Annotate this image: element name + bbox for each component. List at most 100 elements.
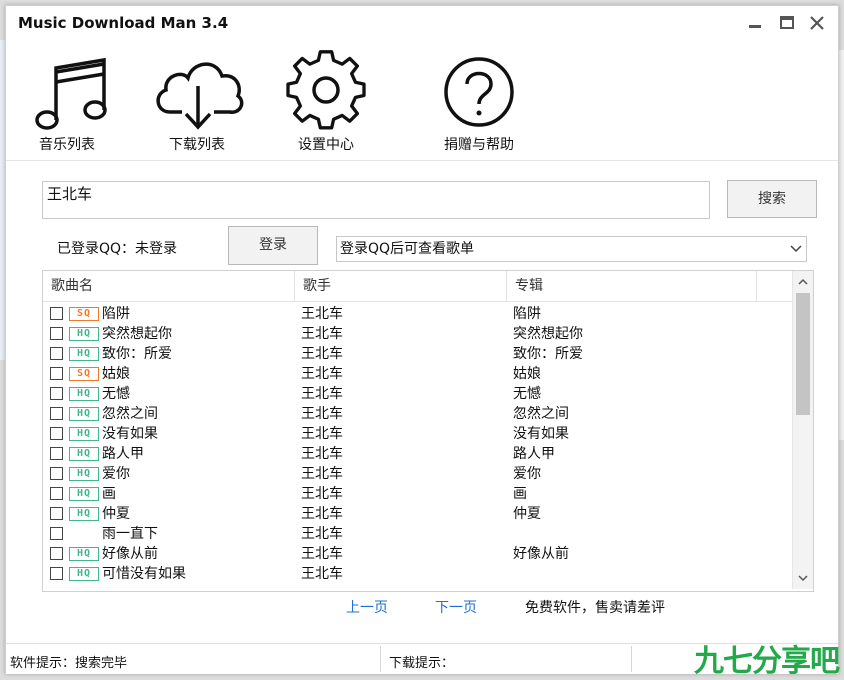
free-software-note: 免费软件，售卖请差评	[525, 600, 665, 616]
quality-badge: HQ	[69, 487, 99, 501]
app-window: Music Download Man 3.4 音乐列表 下载列表 设置中心 捐赠…	[5, 5, 839, 674]
row-checkbox[interactable]	[50, 507, 63, 520]
album-name: 仲夏	[513, 506, 541, 522]
toolbar-donate-help[interactable]: 捐赠与帮助	[424, 50, 534, 158]
artist-name: 王北车	[301, 366, 343, 382]
row-checkbox[interactable]	[50, 427, 63, 440]
table-row[interactable]: HQ 没有如果 王北车 没有如果	[43, 424, 793, 444]
table-row[interactable]: HQ 无憾 王北车 无憾	[43, 384, 793, 404]
table-row[interactable]: HQ 爱你 王北车 爱你	[43, 464, 793, 484]
toolbar-music-list[interactable]: 音乐列表	[12, 50, 122, 158]
software-hint: 软件提示：搜索完毕	[10, 656, 128, 671]
album-name: 爱你	[513, 466, 541, 482]
artist-name: 王北车	[301, 346, 343, 362]
quality-badge: HQ	[69, 567, 99, 581]
qq-login-status: 已登录QQ：未登录	[57, 241, 178, 257]
quality-badge: HQ	[69, 387, 99, 401]
row-checkbox[interactable]	[50, 547, 63, 560]
song-name: 突然想起你	[102, 326, 172, 342]
song-name: 可惜没有如果	[102, 566, 186, 582]
quality-badge: HQ	[69, 467, 99, 481]
album-name: 路人甲	[513, 446, 555, 462]
next-page-link[interactable]: 下一页	[435, 597, 477, 617]
toolbar-label: 下载列表	[169, 137, 225, 153]
album-name: 姑娘	[513, 366, 541, 382]
album-name: 突然想起你	[513, 326, 583, 342]
quality-badge: SQ	[69, 367, 99, 381]
chevron-down-icon	[790, 245, 802, 253]
artist-name: 王北车	[301, 306, 343, 322]
album-name: 好像从前	[513, 546, 569, 562]
toolbar-label: 捐赠与帮助	[444, 137, 514, 153]
quality-badge: HQ	[69, 347, 99, 361]
song-name: 爱你	[102, 466, 130, 482]
column-header-song[interactable]: 歌曲名	[43, 271, 295, 301]
login-button[interactable]: 登录	[228, 226, 318, 265]
row-checkbox[interactable]	[50, 467, 63, 480]
row-checkbox[interactable]	[50, 307, 63, 320]
song-name: 雨一直下	[102, 526, 158, 542]
main-toolbar: 音乐列表 下载列表 设置中心 捐赠与帮助	[6, 50, 838, 162]
toolbar-label: 设置中心	[298, 137, 354, 153]
prev-page-link[interactable]: 上一页	[346, 597, 388, 617]
scroll-down-icon[interactable]	[793, 569, 813, 587]
column-header-album[interactable]: 专辑	[507, 271, 757, 301]
maximize-icon[interactable]	[776, 12, 798, 34]
window-title: Music Download Man 3.4	[18, 14, 229, 32]
artist-name: 王北车	[301, 406, 343, 422]
search-input[interactable]: 王北车	[42, 181, 710, 219]
table-row[interactable]: HQ 仲夏 王北车 仲夏	[43, 504, 793, 524]
song-name: 致你：所爱	[102, 346, 172, 362]
artist-name: 王北车	[301, 546, 343, 562]
row-checkbox[interactable]	[50, 407, 63, 420]
table-row[interactable]: SQ 陷阱 王北车 陷阱	[43, 304, 793, 324]
vertical-scrollbar[interactable]	[792, 271, 813, 589]
row-checkbox[interactable]	[50, 387, 63, 400]
album-name: 致你：所爱	[513, 346, 583, 362]
playlist-select[interactable]: 登录QQ后可查看歌单	[336, 236, 807, 262]
song-name: 姑娘	[102, 366, 130, 382]
artist-name: 王北车	[301, 486, 343, 502]
table-row[interactable]: HQ 路人甲 王北车 路人甲	[43, 444, 793, 464]
table-row[interactable]: HQ 突然想起你 王北车 突然想起你	[43, 324, 793, 344]
toolbar-label: 音乐列表	[39, 137, 95, 153]
table-row[interactable]: HQ 忽然之间 王北车 忽然之间	[43, 404, 793, 424]
song-name: 路人甲	[102, 446, 144, 462]
row-checkbox[interactable]	[50, 487, 63, 500]
help-icon	[444, 57, 514, 127]
toolbar-download-list[interactable]: 下载列表	[142, 50, 252, 158]
row-checkbox[interactable]	[50, 367, 63, 380]
song-name: 仲夏	[102, 506, 130, 522]
table-row[interactable]: HQ 好像从前 王北车 好像从前	[43, 544, 793, 564]
song-name: 忽然之间	[102, 406, 158, 422]
row-checkbox[interactable]	[50, 567, 63, 580]
row-checkbox[interactable]	[50, 447, 63, 460]
table-row[interactable]: 雨一直下 王北车	[43, 524, 793, 544]
close-icon[interactable]	[806, 12, 828, 34]
song-name: 画	[102, 486, 116, 502]
scroll-up-icon[interactable]	[793, 273, 813, 291]
row-checkbox[interactable]	[50, 327, 63, 340]
quality-badge: HQ	[69, 327, 99, 341]
cloud-download-icon	[156, 62, 244, 130]
album-name: 陷阱	[513, 306, 541, 322]
table-row[interactable]: HQ 可惜没有如果 王北车	[43, 564, 793, 584]
row-checkbox[interactable]	[50, 347, 63, 360]
table-row[interactable]: SQ 姑娘 王北车 姑娘	[43, 364, 793, 384]
artist-name: 王北车	[301, 466, 343, 482]
minimize-icon[interactable]	[744, 12, 766, 34]
album-name: 没有如果	[513, 426, 569, 442]
search-button[interactable]: 搜索	[727, 180, 817, 218]
album-name: 无憾	[513, 386, 541, 402]
table-row[interactable]: HQ 画王北车画	[43, 484, 793, 504]
row-checkbox[interactable]	[50, 527, 63, 540]
table-header: 歌曲名 歌手 专辑	[43, 271, 793, 302]
toolbar-divider	[6, 160, 838, 161]
table-row[interactable]: HQ 致你：所爱 王北车 致你：所爱	[43, 344, 793, 364]
album-name: 画	[513, 486, 527, 502]
column-header-artist[interactable]: 歌手	[295, 271, 507, 301]
scrollbar-thumb[interactable]	[796, 293, 810, 415]
toolbar-settings[interactable]: 设置中心	[271, 50, 381, 158]
title-bar: Music Download Man 3.4	[6, 6, 838, 42]
music-note-icon	[35, 57, 107, 130]
